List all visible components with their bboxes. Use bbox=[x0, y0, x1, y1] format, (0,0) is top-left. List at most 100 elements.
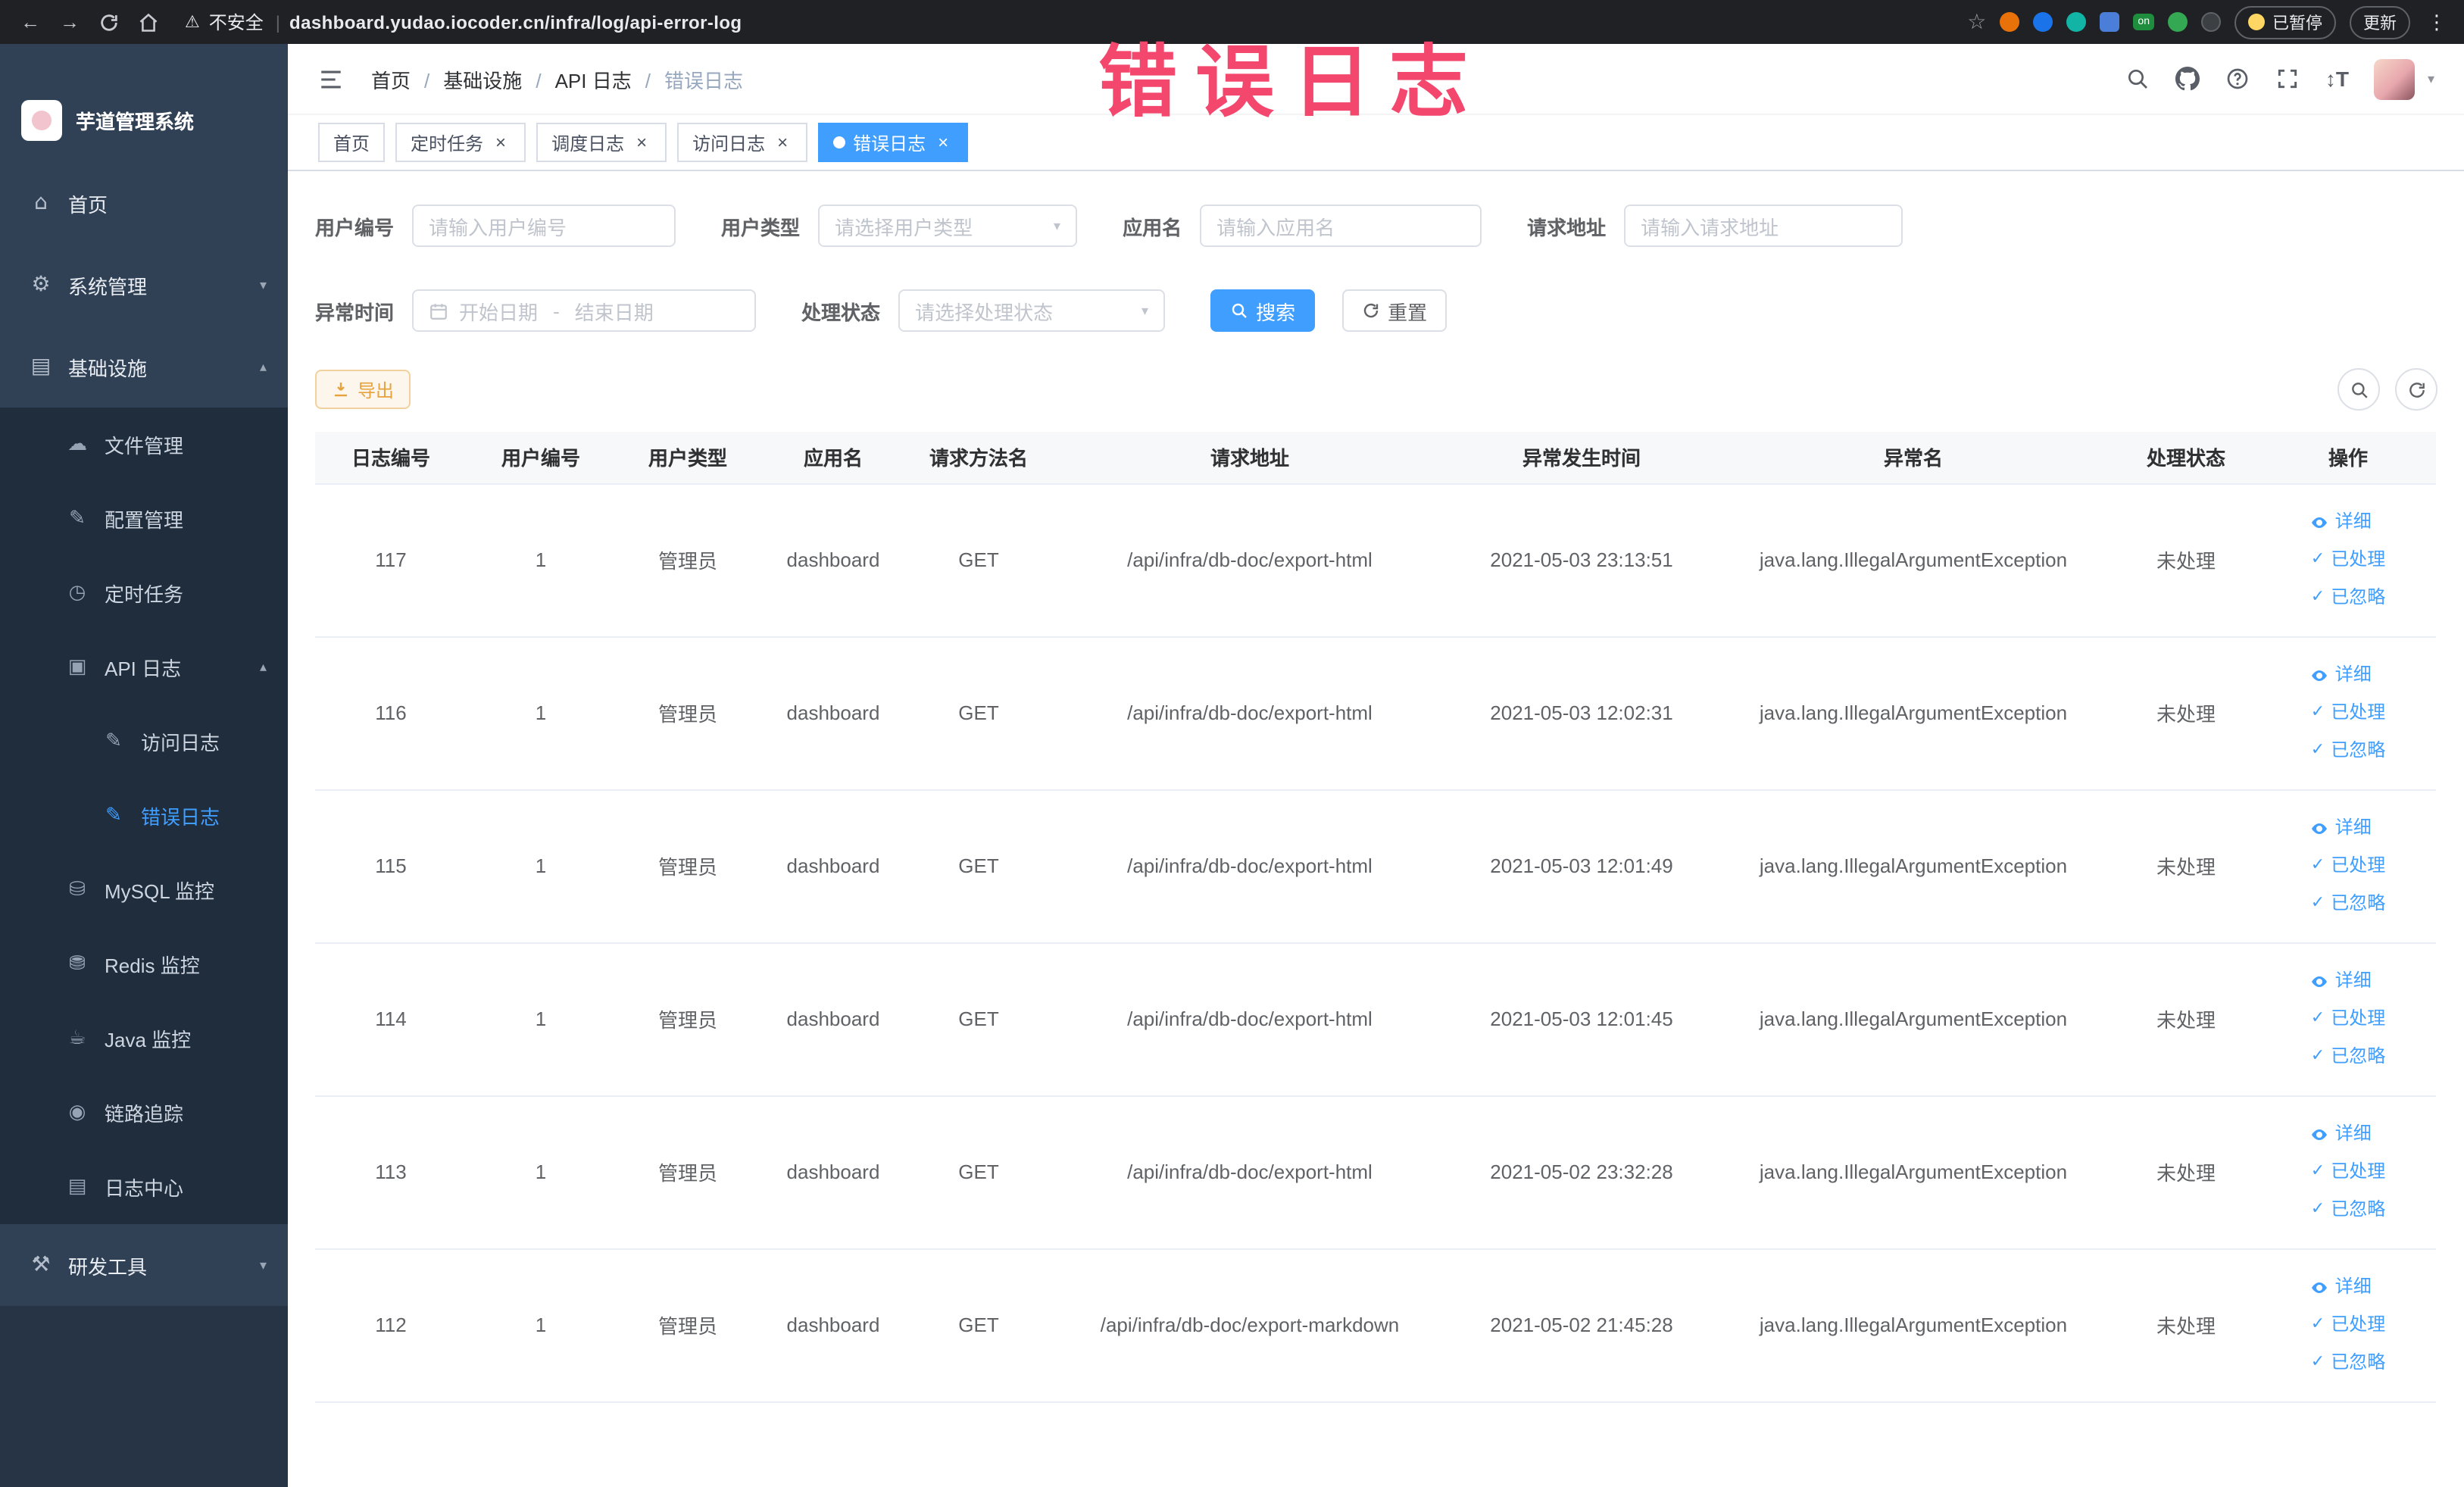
user-id-input[interactable]: 请输入用户编号 bbox=[412, 205, 676, 247]
address-bar[interactable]: ⚠ 不安全 dashboard.yudao.iocoder.cn/infra/l… bbox=[185, 9, 742, 35]
action-processed-link[interactable]: ✓ 已处理 bbox=[2311, 1000, 2385, 1038]
gear-icon: ⚙ bbox=[31, 273, 51, 297]
extension-icon-4[interactable] bbox=[2168, 12, 2188, 32]
tab-job[interactable]: 定时任务 × bbox=[395, 123, 526, 162]
paused-button[interactable]: 已暂停 bbox=[2234, 5, 2336, 39]
sidebar-item-error-log[interactable]: ✎ 错误日志 bbox=[0, 779, 288, 853]
header-actions: ↕T ▾ bbox=[2125, 58, 2434, 99]
action-detail-link[interactable]: 详细 bbox=[2311, 809, 2372, 847]
sidebar-item-java[interactable]: ☕ Java 监控 bbox=[0, 1001, 288, 1076]
action-ignored-link[interactable]: ✓ 已忽略 bbox=[2311, 1344, 2385, 1382]
extensions-puzzle-icon[interactable] bbox=[2100, 12, 2120, 32]
user-type-select[interactable]: 请选择用户类型 ▾ bbox=[818, 205, 1078, 247]
breadcrumb-item-infra[interactable]: 基础设施 bbox=[443, 64, 554, 93]
sidebar-item-dev-tools[interactable]: ⚒ 研发工具 ▾ bbox=[0, 1224, 288, 1306]
action-ignored-link[interactable]: ✓ 已忽略 bbox=[2311, 732, 2385, 770]
eye-icon bbox=[2312, 976, 2328, 986]
extension-icon-2[interactable] bbox=[2033, 12, 2053, 32]
sidebar-item-infra[interactable]: ▤ 基础设施 ▴ bbox=[0, 326, 288, 408]
cell-id: 116 bbox=[315, 636, 467, 790]
toggle-search-button[interactable] bbox=[2338, 368, 2380, 411]
bookmark-star-icon[interactable]: ☆ bbox=[1967, 9, 1986, 35]
app-logo[interactable]: 芋道管理系统 bbox=[0, 44, 288, 162]
process-status-select[interactable]: 请选择处理状态 ▾ bbox=[898, 289, 1166, 332]
cell-status: 未处理 bbox=[2112, 789, 2260, 943]
sidebar-item-home[interactable]: ⌂ 首页 bbox=[0, 162, 288, 244]
search-button[interactable]: 搜索 bbox=[1210, 289, 1316, 332]
action-ignored-link[interactable]: ✓ 已忽略 bbox=[2311, 1191, 2385, 1229]
action-processed-link[interactable]: ✓ 已处理 bbox=[2311, 1306, 2385, 1344]
action-processed-link[interactable]: ✓ 已处理 bbox=[2311, 694, 2385, 732]
action-processed-link[interactable]: ✓ 已处理 bbox=[2311, 541, 2385, 579]
close-icon[interactable]: × bbox=[933, 133, 953, 152]
sidebar-item-file[interactable]: ☁ 文件管理 bbox=[0, 408, 288, 482]
extension-icon-3[interactable] bbox=[2066, 12, 2087, 32]
forward-button[interactable]: → bbox=[55, 7, 85, 37]
eye-icon bbox=[2312, 517, 2328, 527]
sidebar-item-access-log[interactable]: ✎ 访问日志 bbox=[0, 704, 288, 779]
exception-time-label: 异常时间 bbox=[315, 301, 395, 323]
chevron-up-icon: ▴ bbox=[259, 659, 267, 674]
tags-view-bar: 首页 定时任务 × 调度日志 × 访问日志 × 错误日志 × bbox=[288, 114, 2464, 171]
cell-time: 2021-05-03 23:13:51 bbox=[1448, 483, 1715, 637]
sidebar-toggle-button[interactable] bbox=[318, 66, 344, 92]
cell-url: /api/infra/db-doc/export-markdown bbox=[1051, 1248, 1448, 1402]
close-icon[interactable]: × bbox=[632, 133, 651, 152]
tab-job-log[interactable]: 调度日志 × bbox=[536, 123, 667, 162]
cell-method: GET bbox=[906, 1248, 1051, 1402]
extension-icon-5[interactable] bbox=[2201, 12, 2221, 32]
action-detail-link[interactable]: 详细 bbox=[2311, 1115, 2372, 1153]
search-icon[interactable] bbox=[2125, 67, 2150, 91]
action-ignored-link[interactable]: ✓ 已忽略 bbox=[2311, 1038, 2385, 1076]
tab-home[interactable]: 首页 bbox=[318, 123, 386, 162]
sidebar-item-job[interactable]: ◷ 定时任务 bbox=[0, 556, 288, 630]
url-text: dashboard.yudao.iocoder.cn/infra/log/api… bbox=[289, 11, 742, 33]
action-detail-link[interactable]: 详细 bbox=[2311, 1268, 2372, 1306]
tab-access-log[interactable]: 访问日志 × bbox=[677, 123, 808, 162]
reload-button[interactable] bbox=[94, 7, 124, 37]
update-button[interactable]: 更新 bbox=[2350, 5, 2410, 39]
back-button[interactable]: ← bbox=[15, 7, 45, 37]
action-detail-link[interactable]: 详细 bbox=[2311, 962, 2372, 1000]
tab-error-log[interactable]: 错误日志 × bbox=[818, 123, 969, 162]
cell-method: GET bbox=[906, 942, 1051, 1096]
exception-time-range-input[interactable]: 开始日期 - 结束日期 bbox=[412, 289, 757, 332]
breadcrumb-item-api-log[interactable]: API 日志 bbox=[555, 64, 664, 93]
action-processed-link[interactable]: ✓ 已处理 bbox=[2311, 1153, 2385, 1191]
check-icon: ✓ bbox=[2310, 550, 2325, 568]
app-name-input[interactable]: 请输入应用名 bbox=[1200, 205, 1482, 247]
action-processed-link[interactable]: ✓ 已处理 bbox=[2311, 847, 2385, 885]
reset-button[interactable]: 重置 bbox=[1342, 289, 1447, 332]
help-icon[interactable] bbox=[2225, 67, 2250, 91]
close-icon[interactable]: × bbox=[773, 133, 792, 152]
cell-app: dashboard bbox=[760, 1095, 906, 1249]
browser-menu-button[interactable]: ⋮ bbox=[2424, 10, 2450, 34]
extension-icon-1[interactable] bbox=[2000, 12, 2020, 32]
export-button[interactable]: 导出 bbox=[315, 370, 411, 409]
avatar[interactable] bbox=[2374, 58, 2416, 99]
sidebar-item-redis[interactable]: ⛃ Redis 监控 bbox=[0, 927, 288, 1001]
check-icon: ✓ bbox=[2310, 1200, 2325, 1218]
cell-url: /api/infra/db-doc/export-html bbox=[1051, 636, 1448, 790]
home-button[interactable] bbox=[133, 7, 164, 37]
extension-on-badge[interactable]: on bbox=[2133, 14, 2154, 30]
sidebar-item-mysql[interactable]: ⛁ MySQL 监控 bbox=[0, 853, 288, 927]
sidebar-item-config[interactable]: ✎ 配置管理 bbox=[0, 482, 288, 556]
breadcrumb-item-home[interactable]: 首页 bbox=[371, 64, 443, 93]
chevron-down-icon[interactable]: ▾ bbox=[2428, 70, 2434, 87]
action-ignored-link[interactable]: ✓ 已忽略 bbox=[2311, 579, 2385, 617]
sidebar-item-api-log[interactable]: ▣ API 日志 ▴ bbox=[0, 630, 288, 704]
fullscreen-icon[interactable] bbox=[2275, 67, 2300, 91]
font-size-icon[interactable]: ↕T bbox=[2325, 67, 2349, 91]
cell-app: dashboard bbox=[760, 942, 906, 1096]
action-ignored-link[interactable]: ✓ 已忽略 bbox=[2311, 885, 2385, 923]
action-detail-link[interactable]: 详细 bbox=[2311, 503, 2372, 541]
request-url-input[interactable]: 请输入请求地址 bbox=[1624, 205, 1903, 247]
refresh-button[interactable] bbox=[2395, 368, 2437, 411]
action-detail-link[interactable]: 详细 bbox=[2311, 656, 2372, 694]
close-icon[interactable]: × bbox=[491, 133, 511, 152]
sidebar-item-system[interactable]: ⚙ 系统管理 ▾ bbox=[0, 244, 288, 326]
github-icon[interactable] bbox=[2175, 67, 2200, 91]
sidebar-item-trace[interactable]: ◉ 链路追踪 bbox=[0, 1076, 288, 1150]
sidebar-item-log-center[interactable]: ▤ 日志中心 bbox=[0, 1150, 288, 1224]
